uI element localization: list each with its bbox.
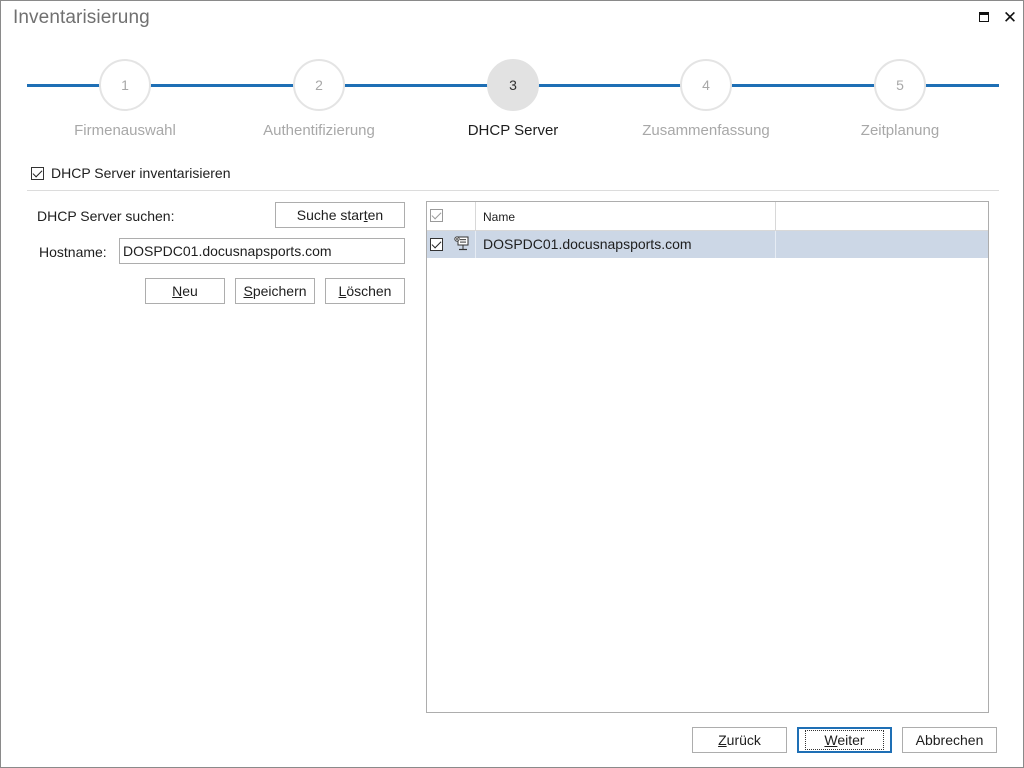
close-button[interactable]: ✕ xyxy=(999,7,1021,27)
inventory-dhcp-checkbox-row[interactable]: DHCP Server inventarisieren xyxy=(31,165,230,181)
hostname-label: Hostname: xyxy=(39,244,107,260)
cancel-button-label: Abbrechen xyxy=(915,732,984,748)
step-authentifizierung: 2 Authentifizierung xyxy=(219,59,419,143)
maximize-button[interactable] xyxy=(973,7,995,27)
delete-button[interactable]: Löschen xyxy=(325,278,405,304)
inventory-dhcp-label: DHCP Server inventarisieren xyxy=(51,165,231,181)
row-checkbox[interactable] xyxy=(430,238,443,251)
title-bar: Inventarisierung ✕ xyxy=(1,1,1023,35)
save-button[interactable]: Speichern xyxy=(235,278,315,304)
step-zusammenfassung: 4 Zusammenfassung xyxy=(606,59,806,143)
back-button-label: Zurück xyxy=(718,732,761,748)
next-button-label: Weiter xyxy=(805,730,884,750)
new-button[interactable]: Neu xyxy=(145,278,225,304)
header-select-all-cell[interactable] xyxy=(427,202,476,231)
hostname-input[interactable] xyxy=(119,238,405,264)
grid-header: Name xyxy=(427,202,988,231)
step-zeitplanung: 5 Zeitplanung xyxy=(800,59,1000,143)
back-button[interactable]: Zurück xyxy=(692,727,787,753)
step-number: 4 xyxy=(680,59,732,111)
close-icon: ✕ xyxy=(1002,7,1018,27)
row-name-cell[interactable]: DOSPDC01.docusnapsports.com xyxy=(476,231,776,258)
search-start-button[interactable]: Suche starten xyxy=(275,202,405,228)
cancel-button[interactable]: Abbrechen xyxy=(902,727,997,753)
step-number: 3 xyxy=(487,59,539,111)
header-name-cell[interactable]: Name xyxy=(476,202,776,231)
step-number: 5 xyxy=(874,59,926,111)
step-label: DHCP Server xyxy=(467,122,559,139)
step-number: 1 xyxy=(99,59,151,111)
server-grid: Name DOSPDC01.docusnapsports.com xyxy=(426,201,989,713)
inventory-dhcp-checkbox[interactable] xyxy=(31,166,44,180)
search-label: DHCP Server suchen: xyxy=(37,208,175,224)
separator xyxy=(27,190,999,191)
header-empty-cell xyxy=(776,202,988,231)
new-button-label: Neu xyxy=(172,283,198,299)
window-title: Inventarisierung xyxy=(13,7,150,28)
step-firmenauswahl: 1 Firmenauswahl xyxy=(25,59,225,143)
inventory-window: Inventarisierung ✕ 1 Firmenauswahl 2 Aut… xyxy=(0,0,1024,768)
step-label: Firmenauswahl xyxy=(74,122,176,139)
step-dhcp-server: 3 DHCP Server xyxy=(413,59,613,143)
save-button-label: Speichern xyxy=(243,283,307,299)
column-header-name: Name xyxy=(483,210,516,224)
maximize-icon xyxy=(979,12,989,22)
step-number: 2 xyxy=(293,59,345,111)
step-label: Zusammenfassung xyxy=(642,122,770,139)
row-name: DOSPDC01.docusnapsports.com xyxy=(483,236,692,252)
step-label: Authentifizierung xyxy=(263,122,375,139)
table-row[interactable]: DOSPDC01.docusnapsports.com xyxy=(427,231,988,258)
next-button[interactable]: Weiter xyxy=(797,727,892,753)
server-icon xyxy=(454,236,469,251)
row-select-cell[interactable] xyxy=(427,231,476,258)
delete-button-label: Löschen xyxy=(338,283,392,299)
row-empty-cell[interactable] xyxy=(776,231,988,258)
select-all-checkbox[interactable] xyxy=(430,209,443,222)
step-label: Zeitplanung xyxy=(860,122,940,139)
search-start-label: Suche starten xyxy=(296,207,384,223)
